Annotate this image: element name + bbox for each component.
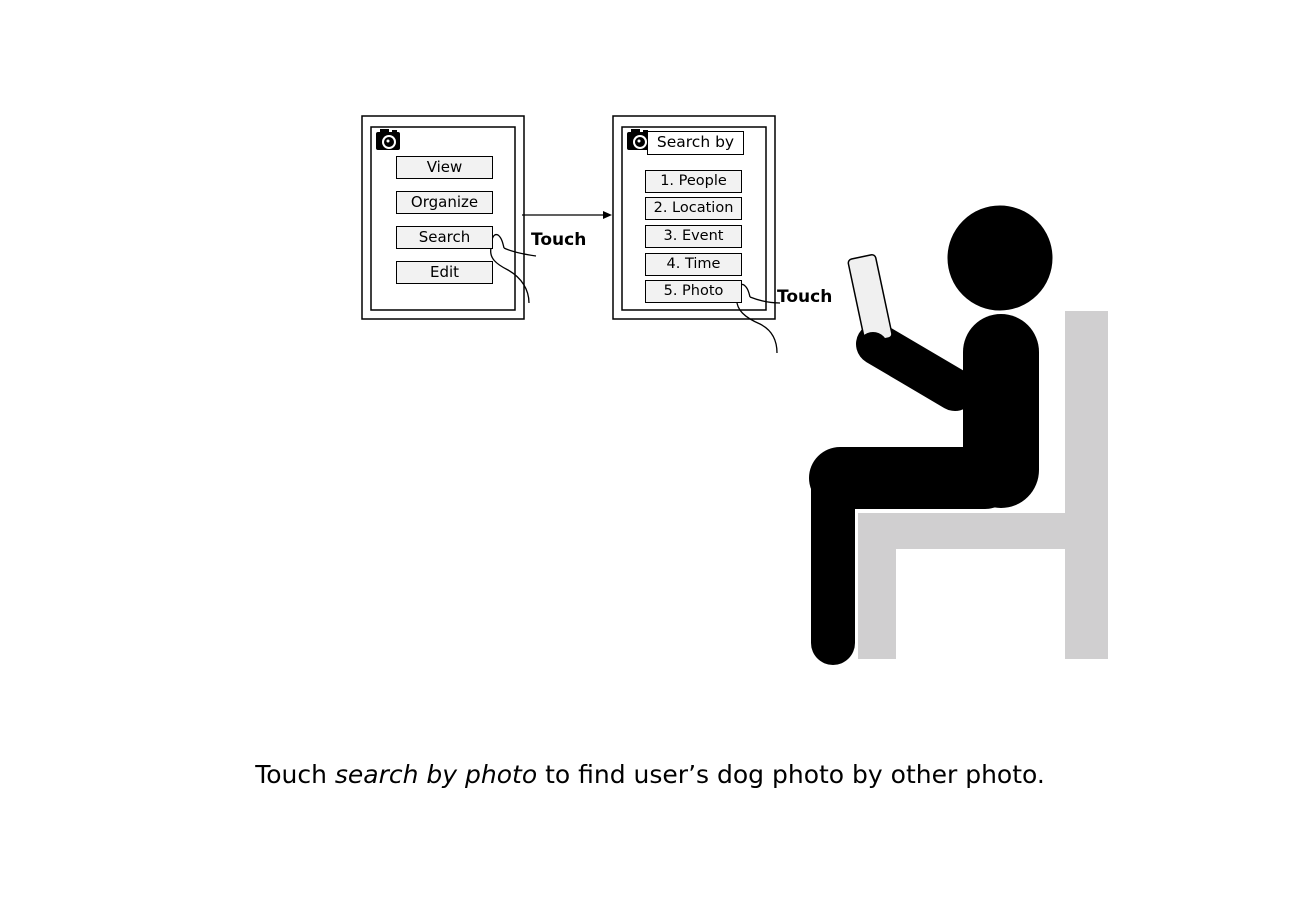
touch-label-photo: Touch xyxy=(777,287,833,307)
camera-icon xyxy=(376,129,400,150)
touch-label-search: Touch xyxy=(531,230,587,250)
organize-button[interactable]: Organize xyxy=(396,191,493,214)
person-arm xyxy=(856,323,976,411)
search-button[interactable]: Search xyxy=(396,226,493,249)
caption-suffix: to find user’s dog photo by other photo. xyxy=(537,760,1045,789)
chair-back xyxy=(1065,311,1108,659)
photo-option-button[interactable]: 5. Photo xyxy=(645,280,742,303)
location-option-button[interactable]: 2. Location xyxy=(645,197,742,220)
search-by-title: Search by xyxy=(647,131,744,155)
edit-button[interactable]: Edit xyxy=(396,261,493,284)
phone-device xyxy=(847,254,893,343)
chair-front-leg xyxy=(858,513,896,659)
caption-emphasis: search by photo xyxy=(334,760,538,789)
caption-prefix: Touch xyxy=(255,760,335,789)
person-head xyxy=(947,205,1053,311)
caption: Touch search by photo to find user’s dog… xyxy=(0,760,1300,789)
view-button[interactable]: View xyxy=(396,156,493,179)
event-option-button[interactable]: 3. Event xyxy=(645,225,742,248)
people-option-button[interactable]: 1. People xyxy=(645,170,742,193)
flow-arrow xyxy=(522,211,612,219)
person-hand xyxy=(858,332,888,362)
time-option-button[interactable]: 4. Time xyxy=(645,253,742,276)
